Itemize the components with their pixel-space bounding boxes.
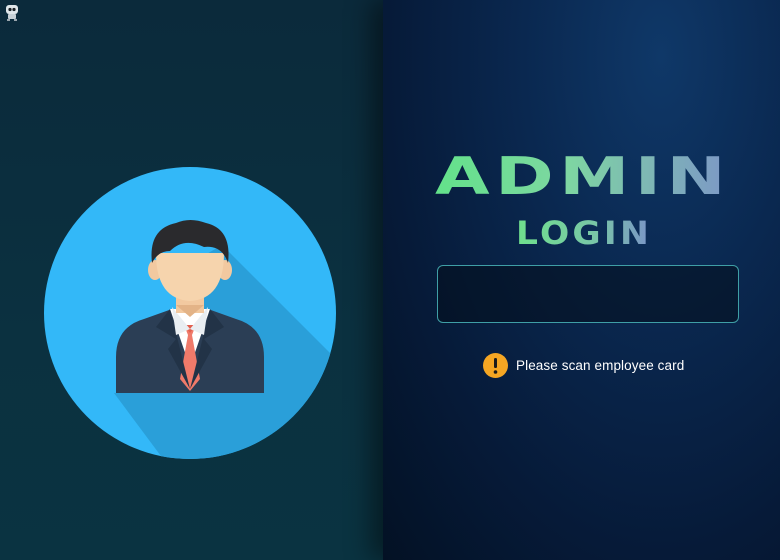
- status-message: Please scan employee card: [516, 357, 685, 373]
- employee-card-input[interactable]: [437, 265, 739, 323]
- user-avatar-icon: [44, 167, 336, 459]
- scan-status: Please scan employee card: [483, 352, 684, 378]
- login-subtitle-text: LOGIN: [516, 214, 652, 248]
- warning-icon: [483, 352, 508, 378]
- admin-title: ADMIN: [435, 150, 731, 200]
- app-logo-icon: [6, 5, 18, 21]
- admin-title-text: ADMIN: [435, 150, 731, 200]
- login-panel: ADMIN LOGIN Please scan employee card: [383, 0, 780, 560]
- avatar-panel: [0, 0, 383, 560]
- login-subtitle: LOGIN: [516, 214, 652, 248]
- login-window: ADMIN LOGIN Please scan employee card: [0, 0, 780, 560]
